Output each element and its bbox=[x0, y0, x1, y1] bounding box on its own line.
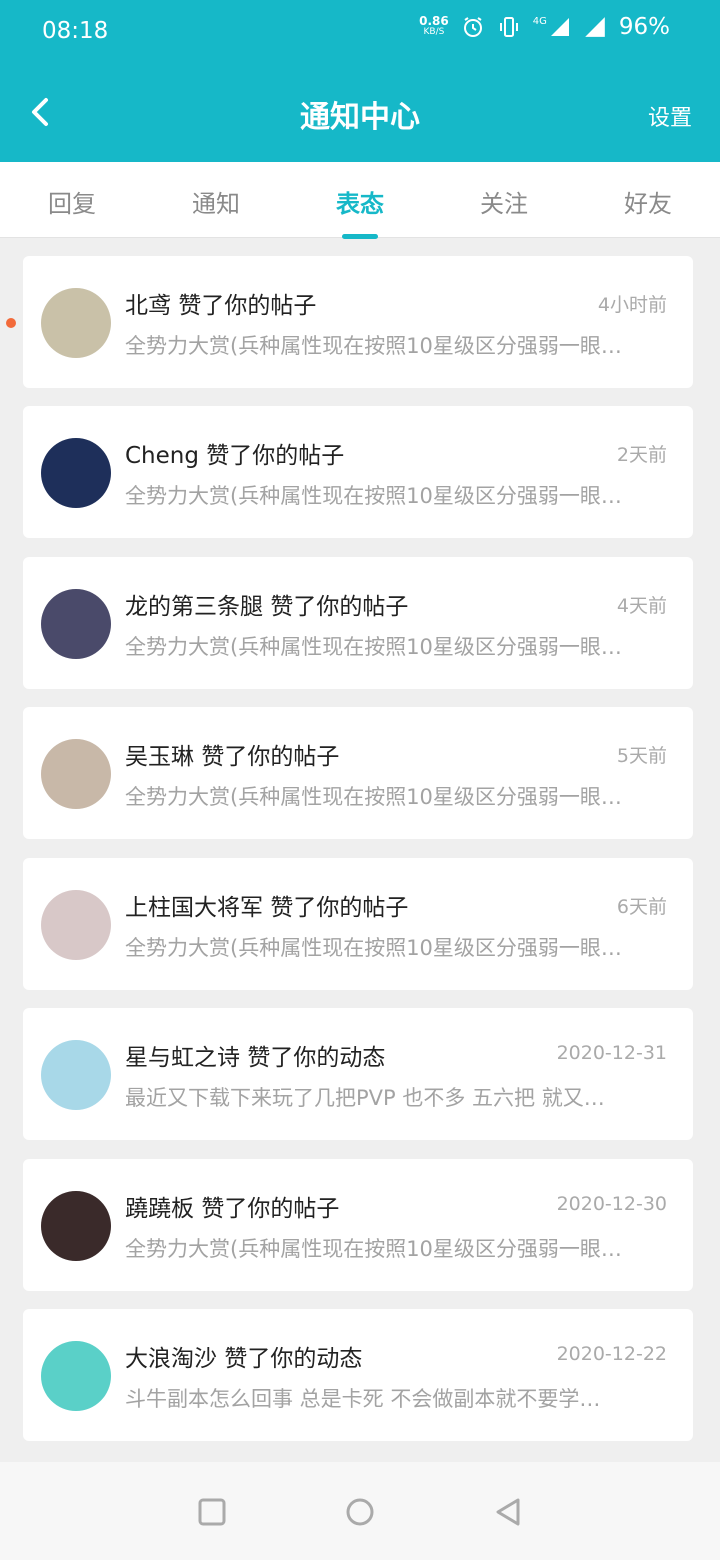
action-text: 赞了你的动态 bbox=[247, 1045, 386, 1071]
action-text: 赞了你的帖子 bbox=[201, 1196, 340, 1222]
avatar[interactable] bbox=[41, 739, 111, 809]
user-name[interactable]: 大浪淘沙 bbox=[125, 1346, 217, 1372]
user-name[interactable]: 上柱国大将军 bbox=[125, 895, 263, 921]
user-name[interactable]: 龙的第三条腿 bbox=[125, 594, 263, 620]
avatar[interactable] bbox=[41, 589, 111, 659]
signal-icon bbox=[550, 18, 569, 36]
notification-card[interactable]: Cheng 赞了你的帖子 2天前 全势力大赏(兵种属性现在按照10星级区分强弱一… bbox=[23, 406, 693, 538]
tab-indicator bbox=[342, 234, 378, 239]
battery-level: 96% bbox=[618, 14, 670, 40]
avatar[interactable] bbox=[41, 890, 111, 960]
user-name[interactable]: Cheng bbox=[125, 443, 199, 469]
post-excerpt: 最近又下载下来玩了几把PVP 也不多 五六把 就又… bbox=[125, 1086, 605, 1110]
notification-card[interactable]: 上柱国大将军 赞了你的帖子 6天前 全势力大赏(兵种属性现在按照10星级区分强弱… bbox=[23, 858, 693, 990]
post-excerpt: 全势力大赏(兵种属性现在按照10星级区分强弱一眼… bbox=[125, 334, 622, 358]
tab-bar: 回复 通知 表态 关注 好友 bbox=[0, 162, 720, 239]
notification-title: 星与虹之诗 赞了你的动态 bbox=[125, 1038, 385, 1072]
notification-title: 龙的第三条腿 赞了你的帖子 bbox=[125, 587, 408, 621]
net-speed: 0.86 KB/S bbox=[419, 14, 449, 37]
app-bar: 通知中心 设置 bbox=[0, 64, 720, 162]
notification-time: 2020-12-22 bbox=[556, 1343, 667, 1365]
action-text: 赞了你的帖子 bbox=[270, 594, 409, 620]
notification-card[interactable]: 吴玉琳 赞了你的帖子 5天前 全势力大赏(兵种属性现在按照10星级区分强弱一眼… bbox=[23, 707, 693, 839]
user-name[interactable]: 吴玉琳 bbox=[125, 744, 194, 770]
notification-time: 2天前 bbox=[616, 444, 667, 466]
post-excerpt: 全势力大赏(兵种属性现在按照10星级区分强弱一眼… bbox=[125, 484, 622, 508]
notification-card[interactable]: 龙的第三条腿 赞了你的帖子 4天前 全势力大赏(兵种属性现在按照10星级区分强弱… bbox=[23, 557, 693, 689]
post-excerpt: 全势力大赏(兵种属性现在按照10星级区分强弱一眼… bbox=[125, 1237, 622, 1261]
tab-replies[interactable]: 回复 bbox=[22, 184, 122, 219]
notification-time: 6天前 bbox=[616, 896, 667, 918]
back-triangle-icon[interactable] bbox=[492, 1496, 524, 1528]
avatar[interactable] bbox=[41, 1040, 111, 1110]
system-nav-bar bbox=[0, 1462, 720, 1560]
alarm-icon bbox=[463, 17, 482, 37]
action-text: 赞了你的帖子 bbox=[270, 895, 409, 921]
status-time: 08:18 bbox=[42, 18, 109, 44]
avatar[interactable] bbox=[41, 1341, 111, 1411]
recents-square-icon[interactable] bbox=[196, 1496, 228, 1528]
tab-reactions[interactable]: 表态 bbox=[310, 184, 410, 219]
settings-button[interactable]: 设置 bbox=[648, 100, 692, 132]
status-bar: 08:18 0.86 KB/S 4G 96% bbox=[0, 0, 720, 64]
notification-card[interactable]: 星与虹之诗 赞了你的动态 2020-12-31 最近又下载下来玩了几把PVP 也… bbox=[23, 1008, 693, 1140]
notification-title: 北鸢 赞了你的帖子 bbox=[125, 286, 316, 320]
action-text: 赞了你的帖子 bbox=[206, 443, 345, 469]
user-name[interactable]: 星与虹之诗 bbox=[125, 1045, 240, 1071]
avatar[interactable] bbox=[41, 288, 111, 358]
notification-time: 4天前 bbox=[616, 595, 667, 617]
home-circle-icon[interactable] bbox=[344, 1496, 376, 1528]
action-text: 赞了你的帖子 bbox=[178, 293, 317, 319]
action-text: 赞了你的帖子 bbox=[201, 744, 340, 770]
notification-time: 5天前 bbox=[616, 745, 667, 767]
notification-title: 大浪淘沙 赞了你的动态 bbox=[125, 1339, 362, 1373]
user-name[interactable]: 北鸢 bbox=[125, 293, 171, 319]
status-icons: 0.86 KB/S 4G 96% bbox=[419, 14, 670, 40]
avatar[interactable] bbox=[41, 438, 111, 508]
notification-title: 上柱国大将军 赞了你的帖子 bbox=[125, 888, 408, 922]
tab-friends[interactable]: 好友 bbox=[598, 184, 698, 219]
tab-notices[interactable]: 通知 bbox=[166, 184, 266, 219]
notification-title: Cheng 赞了你的帖子 bbox=[125, 436, 344, 470]
post-excerpt: 全势力大赏(兵种属性现在按照10星级区分强弱一眼… bbox=[125, 635, 622, 659]
notification-time: 2020-12-30 bbox=[556, 1193, 667, 1215]
unread-dot bbox=[6, 318, 16, 328]
notification-time: 2020-12-31 bbox=[556, 1042, 667, 1064]
notification-card[interactable]: 北鸢 赞了你的帖子 4小时前 全势力大赏(兵种属性现在按照10星级区分强弱一眼… bbox=[23, 256, 693, 388]
vibrate-icon bbox=[499, 17, 518, 37]
post-excerpt: 全势力大赏(兵种属性现在按照10星级区分强弱一眼… bbox=[125, 785, 622, 809]
tab-follows[interactable]: 关注 bbox=[454, 184, 554, 219]
post-excerpt: 全势力大赏(兵种属性现在按照10星级区分强弱一眼… bbox=[125, 936, 622, 960]
notification-time: 4小时前 bbox=[597, 294, 667, 316]
signal-icon bbox=[585, 17, 605, 37]
notification-card[interactable]: 大浪淘沙 赞了你的动态 2020-12-22 斗牛副本怎么回事 总是卡死 不会做… bbox=[23, 1309, 693, 1441]
notification-title: 吴玉琳 赞了你的帖子 bbox=[125, 737, 339, 771]
page-title: 通知中心 bbox=[300, 100, 420, 135]
user-name[interactable]: 蹺蹺板 bbox=[125, 1196, 194, 1222]
action-text: 赞了你的动态 bbox=[224, 1346, 363, 1372]
notification-card[interactable]: 蹺蹺板 赞了你的帖子 2020-12-30 全势力大赏(兵种属性现在按照10星级… bbox=[23, 1159, 693, 1291]
notification-title: 蹺蹺板 赞了你的帖子 bbox=[125, 1189, 339, 1223]
network-type: 4G bbox=[532, 16, 547, 27]
avatar[interactable] bbox=[41, 1191, 111, 1261]
post-excerpt: 斗牛副本怎么回事 总是卡死 不会做副本就不要学… bbox=[125, 1387, 601, 1411]
